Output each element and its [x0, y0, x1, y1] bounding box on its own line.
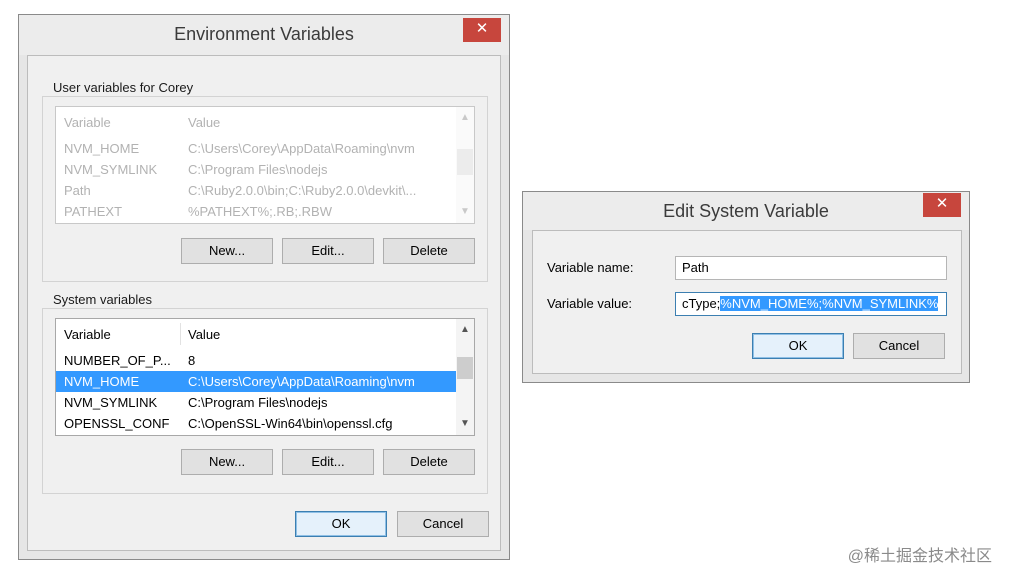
row-value: C:\Users\Corey\AppData\Roaming\nvm: [188, 374, 415, 389]
column-divider[interactable]: [180, 323, 181, 345]
system-new-button[interactable]: New...: [181, 449, 273, 475]
row-variable: Path: [64, 183, 91, 198]
row-value: C:\Ruby2.0.0\bin;C:\Ruby2.0.0\devkit\...: [188, 183, 417, 198]
value-unselected-text: cType;: [682, 296, 721, 311]
row-value: %PATHEXT%;.RB;.RBW: [188, 204, 332, 219]
column-header-value[interactable]: Value: [188, 324, 446, 345]
user-delete-button[interactable]: Delete: [383, 238, 475, 264]
table-row[interactable]: NUMBER_OF_P... 8: [56, 350, 456, 371]
edit-titlebar[interactable]: Edit System Variable ✕: [523, 192, 969, 230]
row-value: 8: [188, 353, 196, 368]
row-variable: NVM_HOME: [64, 374, 140, 389]
row-value: C:\Program Files\nodejs: [188, 395, 328, 410]
row-value: C:\OpenSSL-Win64\bin\openssl.cfg: [188, 416, 393, 431]
row-variable: NUMBER_OF_P...: [64, 353, 171, 368]
scroll-thumb[interactable]: [457, 357, 473, 379]
table-row[interactable]: OPENSSL_CONF C:\OpenSSL-Win64\bin\openss…: [56, 413, 456, 434]
environment-variables-window: Environment Variables ✕ User variables f…: [18, 14, 510, 560]
column-header-value[interactable]: Value: [188, 112, 446, 133]
scroll-up-icon[interactable]: ▲: [456, 109, 474, 127]
list-header: Variable Value: [56, 112, 456, 133]
scroll-thumb[interactable]: [457, 149, 473, 175]
user-new-button[interactable]: New...: [181, 238, 273, 264]
row-variable: NVM_HOME: [64, 141, 140, 156]
env-cancel-button[interactable]: Cancel: [397, 511, 489, 537]
column-header-variable[interactable]: Variable: [64, 324, 182, 345]
table-row[interactable]: NVM_SYMLINK C:\Program Files\nodejs: [56, 392, 456, 413]
env-window-title: Environment Variables: [174, 24, 354, 44]
user-variables-list[interactable]: Variable Value NVM_HOME C:\Users\Corey\A…: [55, 106, 475, 224]
scroll-up-icon[interactable]: ▲: [456, 321, 474, 339]
edit-cancel-button[interactable]: Cancel: [853, 333, 945, 359]
env-close-button[interactable]: ✕: [463, 18, 501, 42]
env-titlebar[interactable]: Environment Variables ✕: [19, 15, 509, 55]
table-row[interactable]: NVM_SYMLINK C:\Program Files\nodejs: [56, 159, 456, 180]
user-list-scrollbar[interactable]: ▲ ▼: [456, 107, 474, 223]
column-header-variable[interactable]: Variable: [64, 112, 182, 133]
row-variable: OPENSSL_CONF: [64, 416, 170, 431]
variable-name-input[interactable]: Path: [675, 256, 947, 280]
variable-name-label: Variable name:: [547, 260, 634, 275]
system-variables-label: System variables: [50, 292, 155, 307]
table-row[interactable]: NVM_HOME C:\Users\Corey\AppData\Roaming\…: [56, 138, 456, 159]
env-ok-button[interactable]: OK: [295, 511, 387, 537]
edit-close-button[interactable]: ✕: [923, 193, 961, 217]
row-variable: PATHEXT: [64, 204, 123, 219]
user-variables-label: User variables for Corey: [50, 80, 197, 95]
scroll-down-icon[interactable]: ▼: [456, 415, 474, 433]
table-row[interactable]: PATHEXT %PATHEXT%;.RB;.RBW: [56, 201, 456, 222]
row-variable: NVM_SYMLINK: [64, 395, 158, 410]
row-value: C:\Users\Corey\AppData\Roaming\nvm: [188, 141, 415, 156]
system-variables-list[interactable]: Variable Value NUMBER_OF_P... 8 NVM_HOME…: [55, 318, 475, 436]
variable-value-label: Variable value:: [547, 296, 633, 311]
variable-value-input[interactable]: cType;%NVM_HOME%;%NVM_SYMLINK%: [675, 292, 947, 316]
system-list-scrollbar[interactable]: ▲ ▼: [456, 319, 474, 435]
edit-ok-button[interactable]: OK: [752, 333, 844, 359]
value-selected-text: %NVM_HOME%;%NVM_SYMLINK%: [720, 296, 939, 311]
env-client-area: User variables for Corey Variable Value …: [27, 55, 501, 551]
list-header: Variable Value: [56, 324, 456, 345]
edit-system-variable-window: Edit System Variable ✕ Variable name: Pa…: [522, 191, 970, 383]
row-variable: NVM_SYMLINK: [64, 162, 158, 177]
edit-client-area: Variable name: Path Variable value: cTyp…: [532, 230, 962, 374]
scroll-down-icon[interactable]: ▼: [456, 203, 474, 221]
user-edit-button[interactable]: Edit...: [282, 238, 374, 264]
system-delete-button[interactable]: Delete: [383, 449, 475, 475]
table-row[interactable]: Path C:\Ruby2.0.0\bin;C:\Ruby2.0.0\devki…: [56, 180, 456, 201]
system-edit-button[interactable]: Edit...: [282, 449, 374, 475]
table-row-selected[interactable]: NVM_HOME C:\Users\Corey\AppData\Roaming\…: [56, 371, 456, 392]
watermark-text: @稀土掘金技术社区: [847, 548, 992, 565]
edit-window-title: Edit System Variable: [663, 201, 829, 221]
row-value: C:\Program Files\nodejs: [188, 162, 328, 177]
